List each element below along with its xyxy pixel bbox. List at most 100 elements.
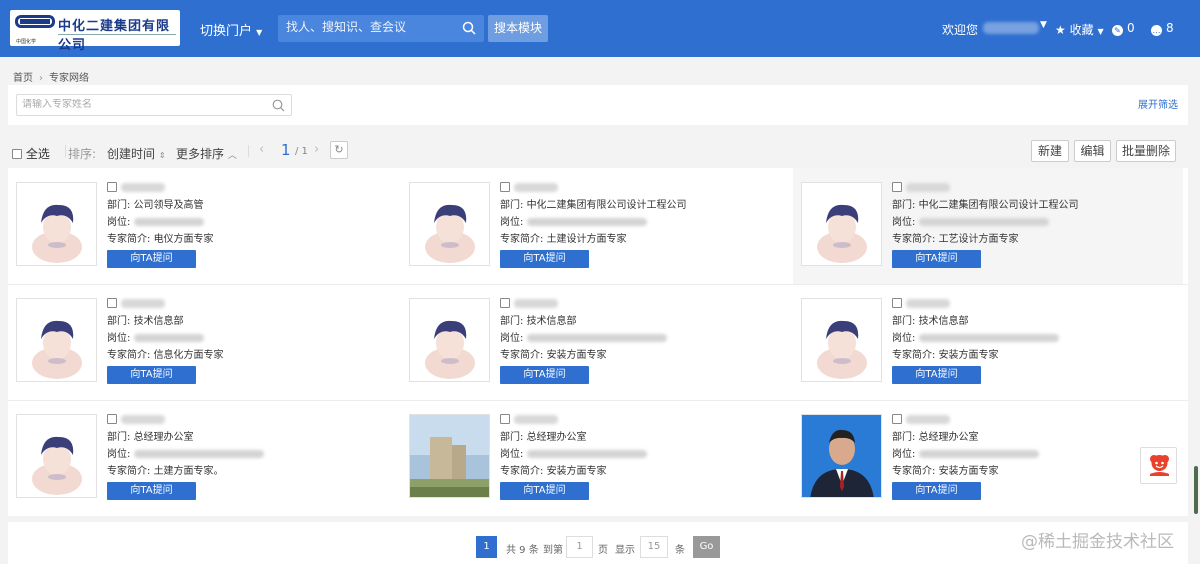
expert-dept-label: 部门: <box>107 432 134 443</box>
expert-name-redacted[interactable] <box>121 415 165 424</box>
expert-photo[interactable] <box>409 414 490 498</box>
expert-name-redacted[interactable] <box>906 299 950 308</box>
expert-intro-label: 专家简介: <box>107 350 154 361</box>
ask-expert-button[interactable]: 向TA提问 <box>107 366 196 384</box>
expert-card[interactable]: 部门: 总经理办公室 岗位: 专家简介: 安装方面专家 向TA提问 <box>401 400 791 516</box>
expert-card[interactable]: 部门: 总经理办公室 岗位: 专家简介: 安装方面专家 向TA提问 <box>793 400 1183 516</box>
expert-name-redacted[interactable] <box>121 183 165 192</box>
expert-photo[interactable] <box>16 414 97 498</box>
refresh-icon[interactable]: ↻ <box>330 141 348 159</box>
default-avatar-icon <box>410 183 489 265</box>
new-button[interactable]: 新建 <box>1031 140 1069 162</box>
portal-switcher[interactable]: 切换门户 ▼ <box>200 20 262 39</box>
more-sort[interactable]: 更多排序 ︿ <box>176 145 237 162</box>
expert-checkbox[interactable] <box>500 182 510 192</box>
expert-post-redacted <box>526 334 667 342</box>
expert-card[interactable]: 部门: 中化二建集团有限公司设计工程公司 岗位: 专家简介: 土建设计方面专家向T… <box>401 168 791 284</box>
expert-checkbox[interactable] <box>107 414 117 424</box>
expert-post-label: 岗位: <box>500 333 527 344</box>
expert-checkbox[interactable] <box>500 298 510 308</box>
expert-card[interactable]: 部门: 公司领导及高管 岗位: 专家简介: 电仪方面专家 向TA提问 <box>8 168 398 284</box>
edit-button[interactable]: 编辑 <box>1074 140 1111 162</box>
global-search-input[interactable] <box>286 20 456 34</box>
star-icon: ★ <box>1055 23 1066 37</box>
expert-card[interactable]: 部门: 技术信息部 岗位: 专家简介: 安装方面专家 向TA提问 <box>401 284 791 400</box>
expert-checkbox[interactable] <box>892 182 902 192</box>
expert-photo[interactable] <box>801 298 882 382</box>
expert-name-redacted[interactable] <box>514 299 558 308</box>
ask-expert-button[interactable]: 向TA提问 <box>107 482 196 500</box>
next-page-icon[interactable]: › <box>314 142 319 157</box>
building-photo <box>410 415 489 497</box>
expert-intro-value: 安装方面专家 <box>546 350 607 361</box>
expert-name-line <box>107 180 397 197</box>
batch-delete-button[interactable]: 批量删除 <box>1116 140 1176 162</box>
username-redacted[interactable] <box>983 22 1039 34</box>
page-scrollbar[interactable] <box>1194 466 1198 514</box>
search-icon[interactable] <box>272 99 285 112</box>
expert-name-input[interactable] <box>22 99 262 110</box>
expert-photo[interactable] <box>16 182 97 266</box>
expert-info: 部门: 总经理办公室 岗位: 专家简介: 土建方面专家。 <box>107 412 397 480</box>
todo-badge[interactable]: ✎ 0 <box>1112 21 1135 36</box>
expert-post-redacted <box>918 334 1059 342</box>
expert-post-line: 岗位: <box>500 446 790 463</box>
company-logo[interactable]: 中国化学 中化二建集团有限公司 <box>10 10 180 53</box>
expert-photo[interactable] <box>801 182 882 266</box>
expert-checkbox[interactable] <box>500 414 510 424</box>
expert-photo[interactable] <box>409 182 490 266</box>
ask-expert-button[interactable]: 向TA提问 <box>892 482 981 500</box>
search-icon[interactable] <box>462 21 476 35</box>
message-badge[interactable]: … 8 <box>1151 21 1174 36</box>
chat-icon: … <box>1151 25 1162 36</box>
expert-card[interactable]: 部门: 技术信息部 岗位: 专家简介: 安装方面专家 向TA提问 <box>793 284 1183 400</box>
expert-info: 部门: 中化二建集团有限公司设计工程公司 岗位: 专家简介: 土建设计方面专家 <box>500 180 790 248</box>
expert-checkbox[interactable] <box>892 414 902 424</box>
ask-expert-button[interactable]: 向TA提问 <box>892 250 981 268</box>
search-module-button[interactable]: 搜本模块 <box>488 15 548 42</box>
expert-info: 部门: 技术信息部 岗位: 专家简介: 信息化方面专家 <box>107 296 397 364</box>
goto-label: 到第 <box>543 545 563 556</box>
expert-card[interactable]: 部门: 中化二建集团有限公司设计工程公司 岗位: 专家简介: 工艺设计方面专家 向T… <box>793 168 1183 284</box>
select-all[interactable]: 全选 <box>12 145 50 162</box>
expert-checkbox[interactable] <box>107 298 117 308</box>
message-count: 8 <box>1166 21 1174 35</box>
expand-filter-link[interactable]: 展开筛选 <box>1138 96 1178 111</box>
sort-create-time[interactable]: 创建时间 ⇕ <box>107 145 166 162</box>
ask-expert-button[interactable]: 向TA提问 <box>500 250 589 268</box>
floating-assistant-icon[interactable] <box>1140 447 1177 484</box>
expert-card[interactable]: 部门: 技术信息部 岗位: 专家简介: 信息化方面专家向TA提问 <box>8 284 398 400</box>
expert-post-label: 岗位: <box>500 217 527 228</box>
go-button[interactable]: Go <box>693 536 720 558</box>
expert-checkbox[interactable] <box>892 298 902 308</box>
expert-intro-label: 专家简介: <box>107 234 154 245</box>
expert-name-redacted[interactable] <box>121 299 165 308</box>
compass-icon: ✎ <box>1112 25 1123 36</box>
expert-checkbox[interactable] <box>107 182 117 192</box>
expert-name-redacted[interactable] <box>906 183 950 192</box>
expert-photo[interactable] <box>409 298 490 382</box>
ask-expert-button[interactable]: 向TA提问 <box>892 366 981 384</box>
page-1-button[interactable]: 1 <box>476 536 497 558</box>
more-sort-label: 更多排序 <box>176 147 225 161</box>
goto-page-input[interactable]: 1 <box>566 536 593 558</box>
ask-expert-button[interactable]: 向TA提问 <box>500 482 589 500</box>
expert-card[interactable]: 部门: 总经理办公室 岗位: 专家简介: 土建方面专家。向TA提问 <box>8 400 398 516</box>
page-size-input[interactable]: 15 <box>640 536 668 558</box>
prev-page-icon[interactable]: ‹ <box>259 142 264 157</box>
expert-intro-line: 专家简介: 安装方面专家 <box>500 347 790 364</box>
favorites-menu[interactable]: ★ 收藏 ▼ <box>1055 21 1104 38</box>
default-avatar-icon <box>17 183 96 265</box>
ask-expert-button[interactable]: 向TA提问 <box>107 250 196 268</box>
expert-name-redacted[interactable] <box>514 415 558 424</box>
expert-name-redacted[interactable] <box>906 415 950 424</box>
default-avatar-icon <box>802 183 881 265</box>
expert-post-redacted <box>526 218 647 226</box>
breadcrumb-home[interactable]: 首页 <box>13 73 33 84</box>
expert-photo[interactable] <box>801 414 882 498</box>
ask-expert-button[interactable]: 向TA提问 <box>500 366 589 384</box>
expert-name-redacted[interactable] <box>514 183 558 192</box>
select-all-checkbox[interactable] <box>12 149 22 159</box>
user-menu-chevron-icon[interactable]: ▼ <box>1040 20 1047 30</box>
expert-photo[interactable] <box>16 298 97 382</box>
